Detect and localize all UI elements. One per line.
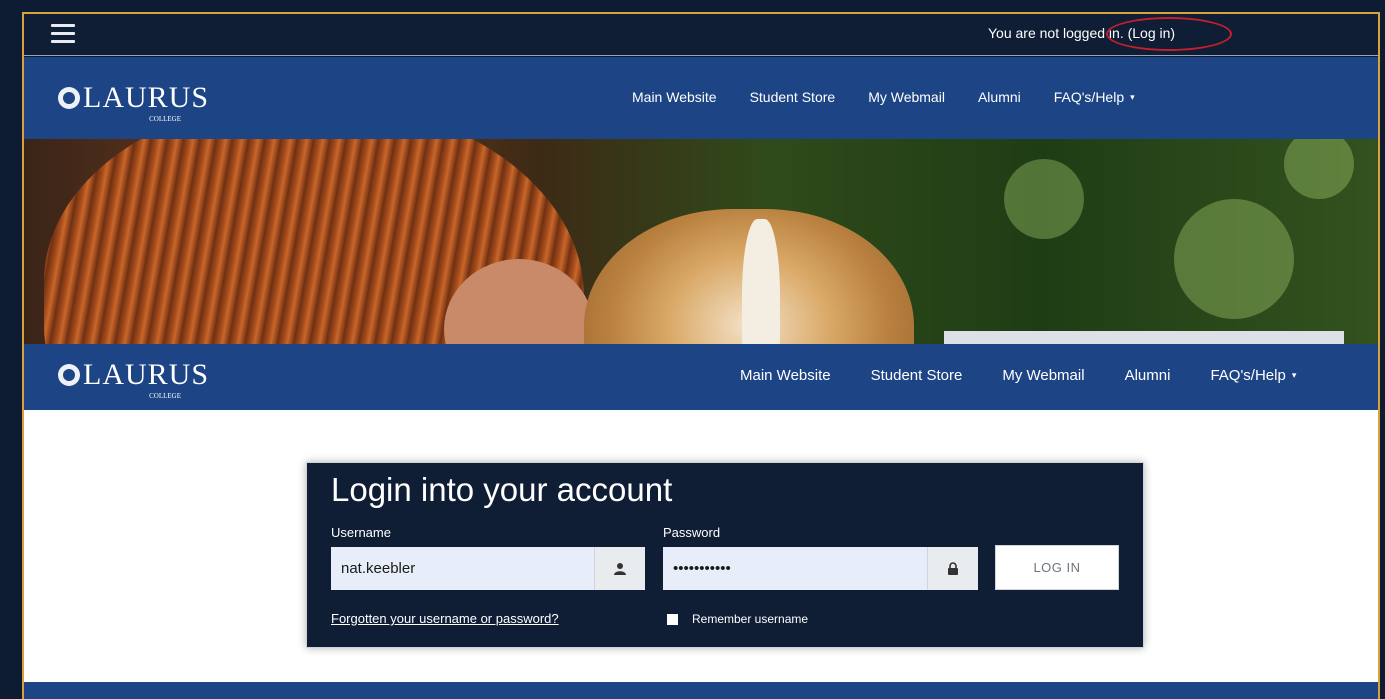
hero-card-edge — [944, 331, 1344, 344]
nav-faq-help[interactable]: FAQ's/Help ▾ — [1210, 367, 1296, 384]
laurus-logo[interactable]: LAURUS COLLEGE — [58, 81, 210, 123]
nav-faq-help-label: FAQ's/Help — [1210, 367, 1286, 384]
username-value[interactable]: nat.keebler — [331, 560, 594, 577]
hamburger-icon[interactable] — [51, 24, 75, 44]
login-title: Login into your account — [331, 471, 673, 508]
password-value[interactable]: ••••••••••• — [663, 560, 927, 577]
highlight-circle — [1106, 17, 1232, 51]
background-bokeh — [1174, 199, 1294, 319]
log-in-button[interactable]: LOG IN — [995, 545, 1119, 590]
remember-username: Remember username — [667, 612, 808, 626]
nav-main-website[interactable]: Main Website — [632, 89, 717, 105]
background-bokeh — [1004, 159, 1084, 239]
hero-dog-blaze — [742, 219, 780, 344]
chevron-down-icon: ▾ — [1130, 92, 1135, 102]
nav-main-website[interactable]: Main Website — [740, 367, 831, 384]
college-seal-icon — [58, 87, 80, 109]
nav-alumni[interactable]: Alumni — [1125, 367, 1171, 384]
footer-bar — [24, 682, 1378, 699]
hero-image — [24, 139, 1378, 344]
remember-username-checkbox[interactable] — [667, 613, 678, 625]
primary-navbar: LAURUS COLLEGE Main Website Student Stor… — [24, 57, 1378, 139]
brand-name: LAURUS — [83, 358, 210, 391]
username-label: Username — [331, 525, 391, 540]
login-status-text: You are not logged in. — [988, 25, 1124, 41]
password-label: Password — [663, 525, 721, 540]
nav-my-webmail[interactable]: My Webmail — [1002, 367, 1084, 384]
screenshot-frame: You are not logged in. (Log in) LAURUS C… — [22, 12, 1380, 699]
user-icon — [594, 547, 645, 590]
brand-subtitle: COLLEGE — [149, 392, 182, 400]
secondary-navbar: LAURUS COLLEGE Main Website Student Stor… — [24, 344, 1378, 410]
nav-my-webmail[interactable]: My Webmail — [868, 89, 945, 105]
login-card: Login into your account Username nat.kee… — [306, 462, 1144, 648]
password-field[interactable]: ••••••••••• — [663, 547, 978, 590]
nav-student-store[interactable]: Student Store — [871, 367, 963, 384]
top-login-bar: You are not logged in. (Log in) — [24, 14, 1378, 56]
laurus-logo[interactable]: LAURUS COLLEGE — [58, 358, 210, 400]
chevron-down-icon: ▾ — [1291, 370, 1297, 380]
page-content: Login into your account Username nat.kee… — [24, 410, 1378, 682]
nav-faq-help[interactable]: FAQ's/Help ▾ — [1054, 89, 1135, 105]
nav-alumni[interactable]: Alumni — [978, 89, 1021, 105]
nav-student-store[interactable]: Student Store — [750, 89, 836, 105]
brand-name: LAURUS — [83, 81, 210, 114]
nav-faq-help-label: FAQ's/Help — [1053, 89, 1125, 105]
background-bokeh — [1284, 139, 1354, 199]
lock-icon — [927, 547, 978, 590]
primary-nav-menu: Main Website Student Store My Webmail Al… — [632, 89, 1168, 105]
brand-subtitle: COLLEGE — [149, 115, 182, 123]
forgot-credentials-link[interactable]: Forgotten your username or password? — [331, 611, 559, 626]
remember-username-label: Remember username — [692, 612, 809, 626]
secondary-nav-menu: Main Website Student Store My Webmail Al… — [740, 367, 1336, 384]
college-seal-icon — [58, 364, 80, 386]
username-field[interactable]: nat.keebler — [331, 547, 645, 590]
